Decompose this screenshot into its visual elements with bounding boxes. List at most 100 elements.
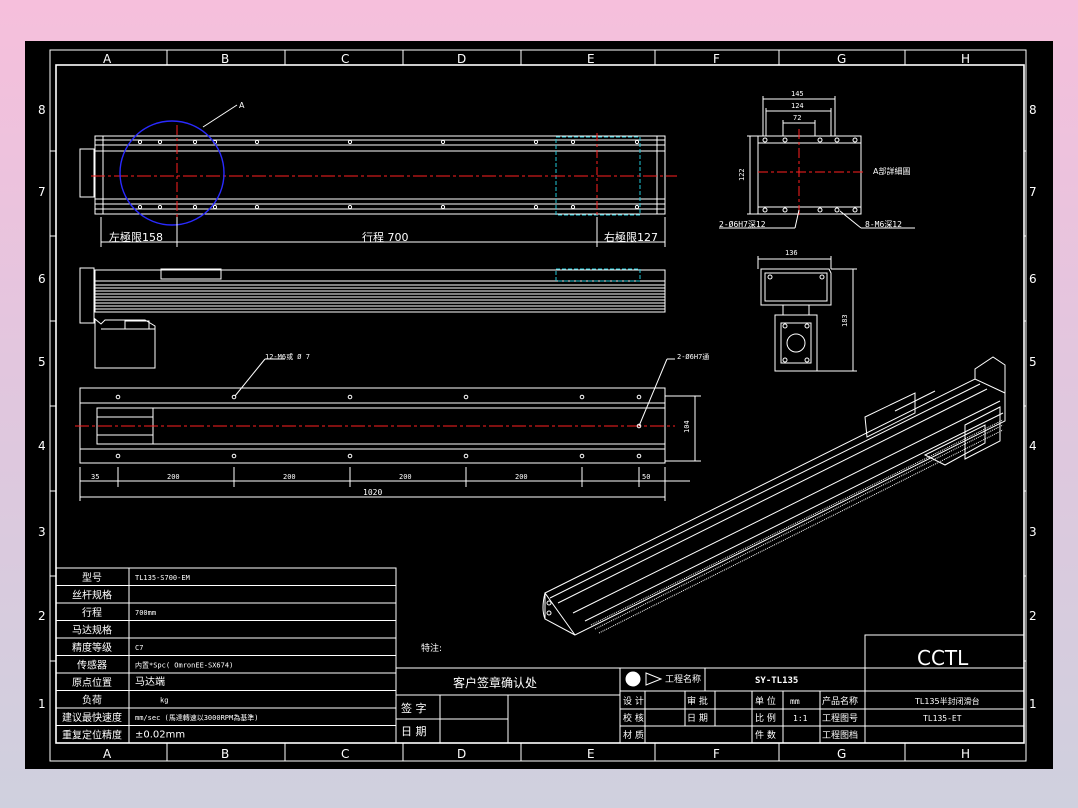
spec-label: 原点位置 [72, 676, 112, 689]
svg-text:1:1: 1:1 [793, 714, 808, 723]
column-label-top: H [961, 52, 970, 66]
spacing-dim: 200 [515, 473, 528, 481]
total-length: 1020 [363, 488, 382, 497]
spec-label: 建议最快速度 [62, 711, 122, 724]
column-label-bottom: F [713, 747, 720, 761]
hole-note-right: 2-Ø6H7通 [677, 352, 709, 361]
svg-text:日 期: 日 期 [401, 725, 427, 738]
spec-value: mm/sec (馬達轉速以3000RPM為基準) [135, 713, 258, 722]
column-labels: A A B B C C D D E E F F G G H H [103, 52, 970, 761]
svg-text:签 字: 签 字 [401, 701, 427, 715]
svg-text:104: 104 [683, 420, 691, 433]
spacing-dim: 35 [91, 473, 99, 481]
row-label-right: 4 [1029, 439, 1037, 453]
row-label-left: 2 [38, 609, 46, 623]
spec-label: 丝杆规格 [72, 589, 112, 602]
svg-text:124: 124 [791, 102, 804, 110]
spec-label: 负荷 [82, 694, 102, 707]
column-label-top: G [837, 52, 846, 66]
column-label-top: A [103, 52, 112, 66]
svg-text:日 期: 日 期 [687, 713, 708, 724]
column-label-top: F [713, 52, 720, 66]
svg-text:145: 145 [791, 90, 804, 98]
spec-value: 700mm [135, 609, 156, 617]
customer-sign-box: 客户签章确认处 签 字 日 期 [395, 667, 621, 744]
spec-value: 马达端 [135, 675, 165, 688]
spec-value: kg [160, 697, 168, 705]
column-label-bottom: G [837, 747, 846, 761]
column-label-bottom: A [103, 747, 112, 761]
cad-drawing-sheet: A A B B C C D D E E F F G G H H 8 8 7 7 6 6 5 5 4 4 3 3 2 2 1 1 A 左極限1… [25, 41, 1053, 769]
row-label-left: 1 [38, 697, 46, 711]
isometric-view [542, 356, 1006, 636]
column-label-bottom: D [457, 747, 466, 761]
column-label-top: B [221, 52, 229, 66]
spec-value: TL135-S700-EM [135, 574, 190, 582]
top-view: A 左極限158 行程 700 右極限127 [79, 101, 677, 247]
svg-text:审 批: 审 批 [687, 695, 708, 707]
end-view: 136 183 [757, 249, 857, 372]
spec-value: C7 [135, 644, 143, 652]
svg-text:A: A [239, 101, 245, 110]
row-label-left: 7 [38, 185, 46, 199]
svg-text:122: 122 [738, 168, 746, 181]
svg-text:工程图档: 工程图档 [822, 729, 858, 741]
spacing-dim: 200 [167, 473, 180, 481]
stroke-label: 行程 700 [362, 231, 409, 244]
svg-text:单 位: 单 位 [755, 695, 776, 707]
svg-text:TL135-ET: TL135-ET [923, 714, 962, 723]
spec-label: 重复定位精度 [62, 729, 122, 742]
detail-a-view: 145 124 72 122 A部詳細圖 2-Ø6H7深12 8-M6深12 [719, 90, 915, 229]
column-label-bottom: H [961, 747, 970, 761]
left-limit-label: 左極限158 [109, 230, 163, 244]
row-label-right: 2 [1029, 609, 1037, 623]
spec-label: 型号 [82, 571, 102, 584]
row-label-right: 1 [1029, 697, 1037, 711]
row-label-left: 6 [38, 272, 46, 286]
svg-text:183: 183 [841, 314, 849, 327]
spec-label: 马达规格 [72, 624, 112, 637]
spec-value: 内置*Spc( OmronEE-SX674) [135, 661, 233, 670]
detail-note-right: 8-M6深12 [865, 220, 902, 229]
svg-text:设 计: 设 计 [623, 695, 644, 707]
row-label-left: 4 [38, 439, 46, 453]
svg-text:材 质: 材 质 [623, 729, 644, 741]
front-view: 12-M6或 Ø 7 2-Ø6H7通 104 35 200 200 200 200 50 … [75, 352, 709, 501]
svg-text:136: 136 [785, 249, 798, 257]
drawing-frame [49, 49, 1027, 762]
row-label-left: 3 [38, 525, 46, 539]
row-label-left: 8 [38, 103, 46, 117]
row-label-right: 6 [1029, 272, 1037, 286]
svg-text:校 核: 校 核 [623, 712, 644, 724]
row-label-right: 7 [1029, 185, 1037, 199]
detail-note-left: 2-Ø6H7深12 [719, 219, 766, 229]
row-label-left: 5 [38, 355, 46, 369]
spacing-dim: 200 [283, 473, 296, 481]
spec-label: 行程 [82, 606, 102, 619]
customer-box-title: 客户签章确认处 [453, 675, 537, 690]
spec-value: ±0.02mm [135, 730, 185, 741]
row-label-right: 5 [1029, 355, 1037, 369]
row-label-right: 8 [1029, 103, 1037, 117]
svg-text:工程图号: 工程图号 [822, 713, 858, 724]
column-label-top: E [587, 52, 595, 66]
column-label-top: C [341, 52, 349, 66]
svg-text:件 数: 件 数 [755, 729, 776, 741]
spec-label: 精度等级 [72, 641, 112, 654]
column-label-bottom: B [221, 747, 229, 761]
spec-label: 传感器 [77, 659, 107, 672]
company-logo-text: CCTL [917, 646, 969, 670]
column-label-top: D [457, 52, 466, 66]
svg-text:mm: mm [790, 697, 800, 706]
hole-note-left: 12-M6或 Ø 7 [265, 352, 310, 361]
svg-text:72: 72 [793, 114, 801, 122]
drawing-number: SY-TL135 [755, 676, 798, 686]
product-name: TL135半封闭滑台 [914, 696, 980, 706]
svg-text:比 例: 比 例 [755, 712, 776, 724]
title-block: 工程名称 SY-TL135 CCTL 设 计 审 批 校 核 日 期 材 质 单… [619, 634, 1025, 744]
side-view [79, 267, 666, 369]
spacing-dim: 200 [399, 473, 412, 481]
row-label-right: 3 [1029, 525, 1037, 539]
column-label-bottom: E [587, 747, 595, 761]
column-label-bottom: C [341, 747, 349, 761]
